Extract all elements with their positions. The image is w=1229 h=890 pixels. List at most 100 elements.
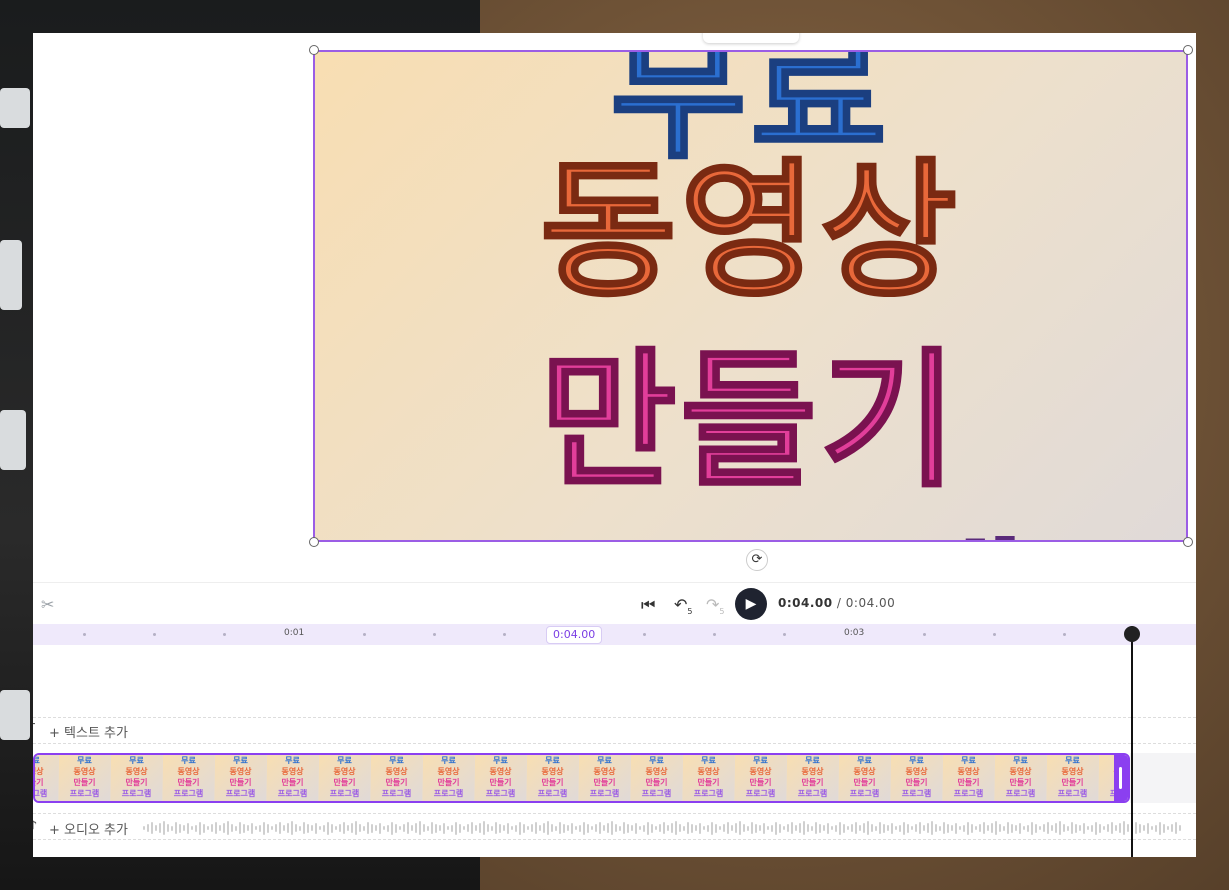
waveform-bar: [175, 822, 177, 834]
clip-thumbnail-text: 만들기: [749, 778, 772, 787]
waveform-bar: [1007, 822, 1009, 834]
waveform-bar: [203, 823, 205, 833]
playhead-handle[interactable]: [1124, 626, 1140, 642]
waveform-bar: [567, 825, 569, 831]
waveform-bar: [831, 826, 833, 830]
waveform-bar: [575, 826, 577, 830]
clip-thumbnail-text: 프로그램: [537, 789, 568, 798]
clip-thumbnail-text: 무료: [77, 756, 92, 765]
clip-thumbnail-text: 프로그램: [901, 789, 932, 798]
clip-trim-handle[interactable]: [1114, 755, 1128, 801]
waveform-bar: [923, 825, 925, 831]
track-divider: [33, 813, 1196, 814]
waveform-bar: [375, 825, 377, 831]
waveform-bar: [667, 825, 669, 831]
waveform-bar: [807, 824, 809, 832]
waveform-bar: [207, 826, 209, 830]
rewind-5-icon[interactable]: ↶5: [674, 595, 693, 616]
clip-thumbnail-text: 프로그램: [173, 789, 204, 798]
waveform-bar: [775, 821, 777, 835]
rotate-icon[interactable]: ⟳: [746, 549, 768, 571]
waveform-bar: [267, 823, 269, 833]
playhead[interactable]: [1131, 626, 1133, 857]
timeline-ruler[interactable]: 0:01 0:04.00 0:03: [33, 624, 1196, 645]
clip-thumbnail-text: 동영상: [957, 767, 980, 776]
waveform-bar: [547, 821, 549, 835]
clip-thumbnail: 무료동영상만들기프로그램: [371, 755, 423, 801]
canvas-text-line-4: 프로그램: [313, 490, 1188, 543]
waveform-bar: [1095, 821, 1097, 835]
waveform-bar: [1055, 823, 1057, 833]
add-audio-button[interactable]: + 오디오 추가: [49, 819, 128, 838]
resize-handle-bottom-right[interactable]: [1183, 537, 1193, 547]
forward-5-icon[interactable]: ↷5: [706, 595, 725, 616]
track-divider: [33, 717, 1196, 718]
waveform-bar: [1043, 824, 1045, 832]
waveform-bar: [823, 825, 825, 831]
waveform-bar: [515, 824, 517, 832]
play-button[interactable]: ▶: [735, 588, 767, 620]
clip-thumbnail-text: 만들기: [437, 778, 460, 787]
clip-thumbnail: 무료동영상만들기프로그램: [1047, 755, 1099, 801]
resize-handle-top-left[interactable]: [309, 45, 319, 55]
waveform-bar: [303, 822, 305, 834]
waveform-bar: [943, 822, 945, 834]
waveform-bar: [431, 822, 433, 834]
waveform-bar: [715, 823, 717, 833]
waveform-bar: [251, 822, 253, 834]
waveform-bar: [871, 824, 873, 832]
waveform-bar: [903, 821, 905, 835]
waveform-bar: [443, 822, 445, 834]
clip-thumbnail-text: 무료: [181, 756, 196, 765]
waveform-bar: [339, 824, 341, 832]
waveform-bar: [719, 826, 721, 830]
clip-thumbnail-text: 동영상: [385, 767, 408, 776]
waveform-bar: [783, 826, 785, 830]
waveform-bar: [819, 823, 821, 833]
waveform-bar: [531, 824, 533, 832]
ruler-dot: [153, 633, 156, 636]
waveform-bar: [427, 825, 429, 831]
waveform-bar: [991, 823, 993, 833]
waveform-bar: [1015, 825, 1017, 831]
waveform-bar: [699, 822, 701, 834]
clip-thumbnail-text: 무료: [389, 756, 404, 765]
clip-thumbnail-text: 만들기: [177, 778, 200, 787]
waveform-bar: [615, 824, 617, 832]
waveform-bar: [659, 824, 661, 832]
waveform-bar: [387, 824, 389, 832]
waveform-bar: [731, 825, 733, 831]
waveform-bar: [911, 826, 913, 830]
waveform-bar: [307, 823, 309, 833]
waveform-bar: [291, 821, 293, 835]
waveform-bar: [743, 824, 745, 832]
waveform-bar: [323, 824, 325, 832]
add-text-button[interactable]: + 텍스트 추가: [49, 722, 128, 741]
clip-thumbnail-text: 프로그램: [953, 789, 984, 798]
waveform-bar: [619, 825, 621, 831]
time-separator: /: [832, 596, 846, 610]
waveform-bar: [643, 824, 645, 832]
ruler-label-1: 0:01: [284, 628, 305, 638]
clip-thumbnail-text: 만들기: [697, 778, 720, 787]
resize-handle-bottom-left[interactable]: [309, 537, 319, 547]
waveform-bar: [1091, 824, 1093, 832]
waveform-bar: [771, 824, 773, 832]
waveform-bar: [651, 823, 653, 833]
waveform-bar: [679, 824, 681, 832]
clip-thumbnail-text: 프로그램: [589, 789, 620, 798]
video-editor: 무료 동영상 만들기 프로그램 ⟳ ✂ ⏮ ↶5 ↷5 ▶ 0:04.00 / …: [33, 33, 1196, 857]
video-clip[interactable]: 무료동영상만들기프로그램무료동영상만들기프로그램무료동영상만들기프로그램무료동영…: [33, 753, 1130, 803]
waveform-bar: [559, 822, 561, 834]
resize-handle-top-right[interactable]: [1183, 45, 1193, 55]
waveform-bar: [579, 824, 581, 832]
waveform-bar: [271, 826, 273, 830]
scissors-icon[interactable]: ✂: [41, 595, 54, 614]
waveform-bar: [827, 822, 829, 834]
floating-toolbar-tab[interactable]: [703, 33, 799, 43]
skip-to-start-icon[interactable]: ⏮: [641, 595, 655, 615]
playback-controls: ✂ ⏮ ↶5 ↷5 ▶ 0:04.00 / 0:04.00: [33, 582, 1196, 625]
video-canvas[interactable]: 무료 동영상 만들기 프로그램: [313, 50, 1188, 542]
waveform-bar: [395, 823, 397, 833]
waveform-bar: [1107, 824, 1109, 832]
